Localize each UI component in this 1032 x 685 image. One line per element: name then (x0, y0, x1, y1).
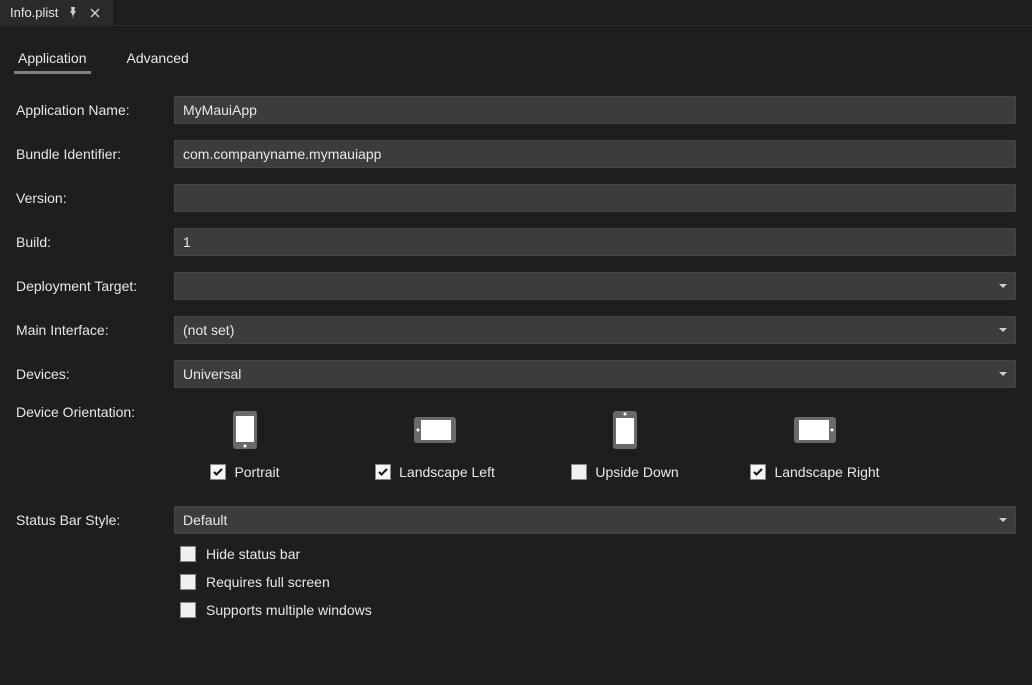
status-bar-style-value: Default (183, 512, 227, 528)
label-status-bar-style: Status Bar Style: (16, 512, 166, 528)
label-devices: Devices: (16, 366, 166, 382)
orientation-upside-down: Upside Down (560, 408, 690, 480)
close-icon[interactable] (88, 6, 102, 20)
document-tab[interactable]: Info.plist (0, 0, 113, 25)
orientation-group: Portrait Landscape Left (174, 404, 1016, 480)
tab-bar: Info.plist (0, 0, 1032, 26)
chevron-down-icon (999, 518, 1007, 522)
supports-multiple-windows-label: Supports multiple windows (206, 602, 372, 618)
orientation-portrait-label: Portrait (234, 464, 279, 480)
devices-select[interactable]: Universal (174, 360, 1016, 388)
orientation-landscape-left-label: Landscape Left (399, 464, 495, 480)
hide-status-bar-checkbox[interactable] (180, 546, 196, 562)
application-name-input[interactable] (174, 96, 1016, 124)
bundle-identifier-input[interactable] (174, 140, 1016, 168)
version-input[interactable] (174, 184, 1016, 212)
chevron-down-icon (999, 372, 1007, 376)
orientation-landscape-right: Landscape Right (750, 408, 880, 480)
chevron-down-icon (999, 328, 1007, 332)
supports-multiple-windows-checkbox[interactable] (180, 602, 196, 618)
main-interface-value: (not set) (183, 322, 234, 338)
device-landscape-right-icon (793, 408, 837, 452)
deployment-target-select[interactable] (174, 272, 1016, 300)
device-landscape-left-icon (413, 408, 457, 452)
label-deployment-target: Deployment Target: (16, 278, 166, 294)
label-main-interface: Main Interface: (16, 322, 166, 338)
orientation-landscape-right-label: Landscape Right (774, 464, 879, 480)
build-input[interactable] (174, 228, 1016, 256)
label-application-name: Application Name: (16, 102, 166, 118)
requires-full-screen-checkbox[interactable] (180, 574, 196, 590)
orientation-landscape-right-checkbox[interactable] (750, 464, 766, 480)
status-bar-options: Hide status bar Requires full screen Sup… (174, 546, 1016, 618)
pin-icon[interactable] (66, 6, 80, 20)
devices-value: Universal (183, 366, 241, 382)
tab-application[interactable]: Application (18, 50, 87, 72)
main-interface-select[interactable]: (not set) (174, 316, 1016, 344)
tab-advanced[interactable]: Advanced (127, 50, 189, 72)
device-portrait-icon (223, 408, 267, 452)
label-bundle-identifier: Bundle Identifier: (16, 146, 166, 162)
label-version: Version: (16, 190, 166, 206)
orientation-upside-down-label: Upside Down (595, 464, 678, 480)
orientation-portrait-checkbox[interactable] (210, 464, 226, 480)
document-tab-title: Info.plist (10, 5, 58, 20)
hide-status-bar-label: Hide status bar (206, 546, 300, 562)
orientation-portrait: Portrait (180, 408, 310, 480)
chevron-down-icon (999, 284, 1007, 288)
status-bar-style-select[interactable]: Default (174, 506, 1016, 534)
orientation-landscape-left-checkbox[interactable] (375, 464, 391, 480)
editor-pane: Application Advanced Application Name: B… (0, 26, 1032, 650)
requires-full-screen-label: Requires full screen (206, 574, 330, 590)
label-device-orientation: Device Orientation: (16, 404, 166, 420)
label-build: Build: (16, 234, 166, 250)
subtab-bar: Application Advanced (16, 26, 1016, 82)
orientation-landscape-left: Landscape Left (370, 408, 500, 480)
form: Application Name: Bundle Identifier: Ver… (16, 96, 1016, 618)
orientation-upside-down-checkbox[interactable] (571, 464, 587, 480)
device-upside-down-icon (603, 408, 647, 452)
